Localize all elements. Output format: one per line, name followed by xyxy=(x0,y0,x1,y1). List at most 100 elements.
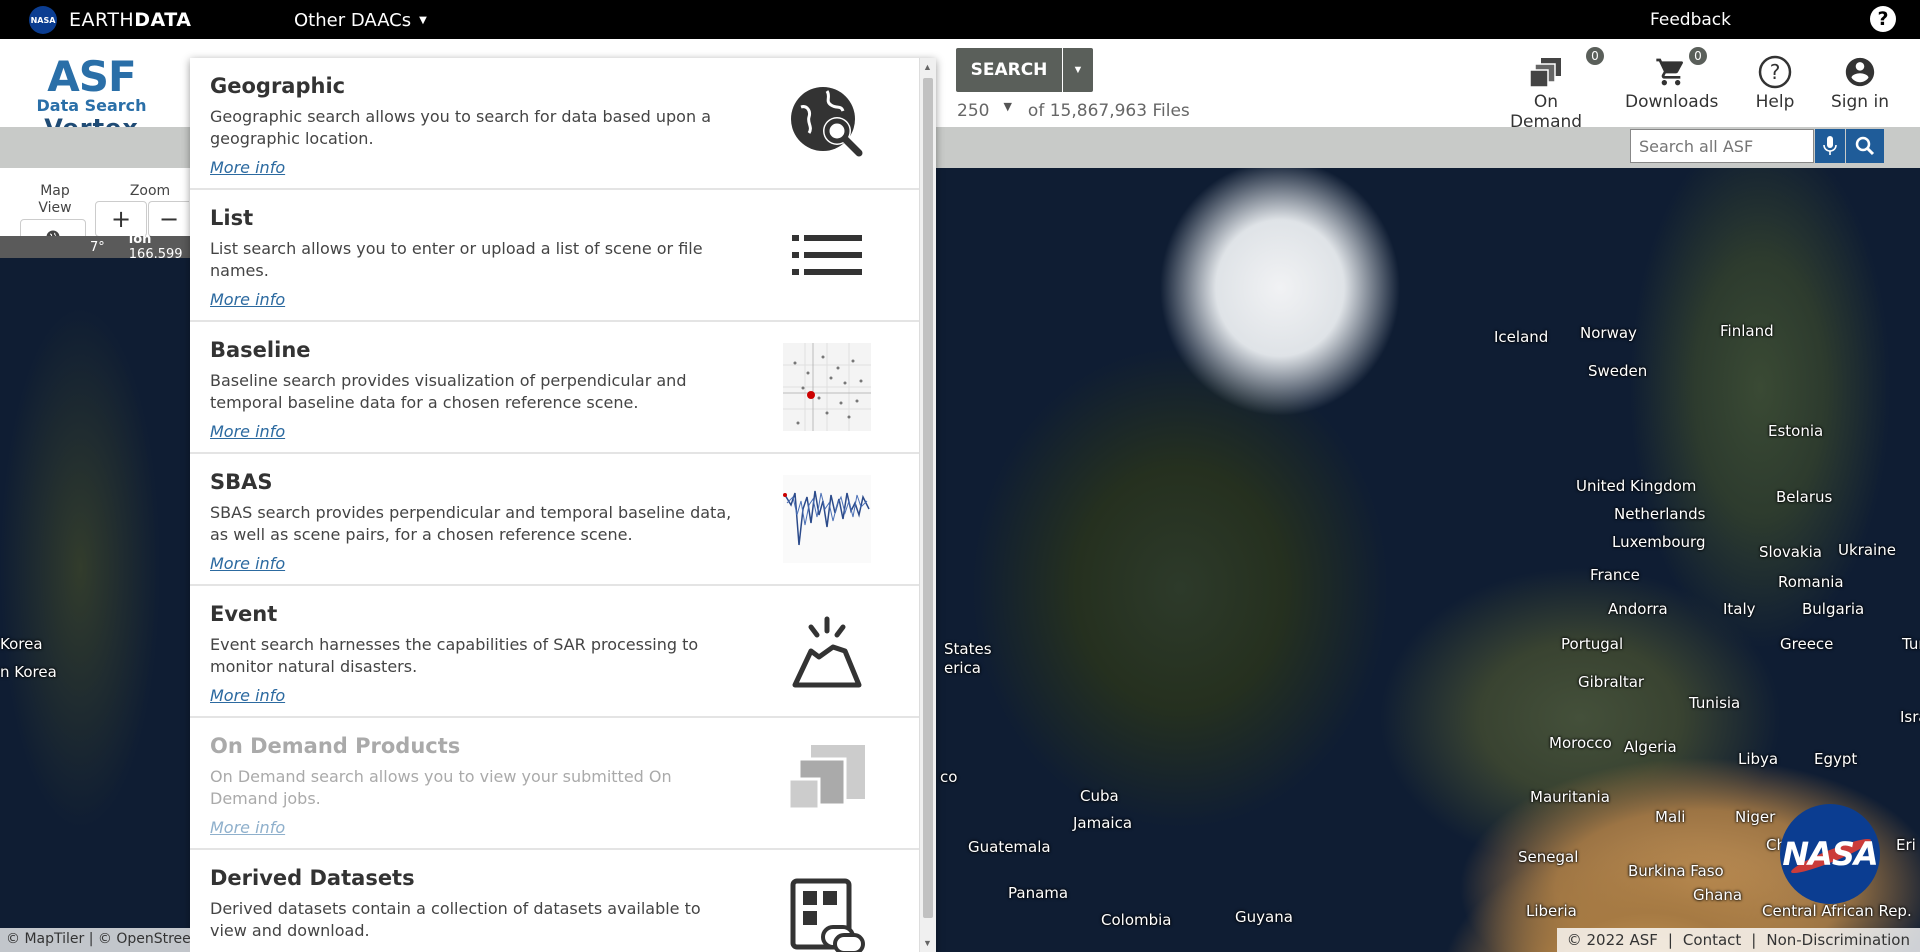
map-place-label: Estonia xyxy=(1768,422,1824,440)
more-info-link[interactable]: More info xyxy=(210,422,285,441)
downloads-button[interactable]: 0 Downloads xyxy=(1625,47,1719,112)
result-limit-select[interactable]: 250 ▼ xyxy=(957,100,1018,121)
map-place-label: Cuba xyxy=(1080,787,1119,805)
scroll-up-icon[interactable]: ▲ xyxy=(923,62,932,72)
more-info-link[interactable]: More info xyxy=(210,818,285,837)
map-place-label: Korea xyxy=(0,635,43,653)
map-place-label: erica xyxy=(944,659,982,677)
map-place-label: Niger xyxy=(1735,808,1776,826)
map-view-label: Map View xyxy=(30,183,80,217)
map-place-label: Italy xyxy=(1723,600,1756,618)
footer-divider: | xyxy=(1751,931,1757,949)
scrollbar-thumb[interactable] xyxy=(923,78,933,918)
search-type-dropdown: Geographic Geographic search allows you … xyxy=(190,58,936,952)
map-place-label: Liberia xyxy=(1526,902,1577,920)
map-place-label: co xyxy=(940,768,958,786)
copyright-text: © 2022 ASF xyxy=(1566,931,1658,949)
help-button[interactable]: ? Help xyxy=(1750,52,1800,112)
map-place-label: Finland xyxy=(1720,322,1774,340)
on-demand-label: On Demand xyxy=(1509,92,1583,132)
more-info-link[interactable]: More info xyxy=(210,686,285,705)
map-place-label: Guatemala xyxy=(968,838,1051,856)
search-type-description: SBAS search provides perpendicular and t… xyxy=(210,503,732,544)
more-info-link[interactable]: More info xyxy=(210,290,285,309)
map-place-label: Eri xyxy=(1896,836,1916,854)
earthdata-brand[interactable]: EARTHDATA xyxy=(69,9,191,31)
search-type-on-demand[interactable]: On Demand Products On Demand search allo… xyxy=(190,718,920,850)
latitude-fragment: 7° xyxy=(90,239,105,255)
other-daacs-label: Other DAACs xyxy=(294,10,412,31)
volcano-icon xyxy=(782,606,872,696)
help-label: Help xyxy=(1755,92,1795,112)
map-place-label: States xyxy=(944,640,992,658)
sign-in-label: Sign in xyxy=(1831,92,1889,112)
on-demand-queue-icon xyxy=(1529,58,1561,88)
contact-link[interactable]: Contact xyxy=(1683,931,1741,949)
on-demand-button[interactable]: 0 On Demand xyxy=(1496,47,1604,132)
map-place-label: Burkina Faso xyxy=(1628,862,1724,880)
feedback-link[interactable]: Feedback xyxy=(1650,10,1731,30)
map-place-label: Romania xyxy=(1778,573,1844,591)
map-place-label: Libya xyxy=(1738,750,1779,768)
other-daacs-menu[interactable]: Other DAACs ▼ xyxy=(294,10,427,31)
nasa-logo-text: NASA xyxy=(1782,835,1878,873)
map-place-label: Slovakia xyxy=(1759,543,1822,561)
search-options-dropdown[interactable]: ▼ xyxy=(1063,48,1093,92)
map-place-label: Mali xyxy=(1655,808,1686,826)
help-circle-icon[interactable]: ? xyxy=(1870,6,1896,32)
map-view-label-line1: Map xyxy=(40,183,70,199)
result-limit-value: 250 xyxy=(957,101,990,121)
map-place-label: Central African Rep. xyxy=(1762,902,1912,920)
search-type-derived-datasets[interactable]: Derived Datasets Derived datasets contai… xyxy=(190,850,920,952)
earthdata-bar: NASA EARTHDATA Other DAACs ▼ Feedback ? xyxy=(0,0,1920,39)
caret-down-icon: ▼ xyxy=(1003,100,1012,113)
logo-asf-text: ASF xyxy=(47,52,136,101)
search-all-button[interactable] xyxy=(1846,129,1884,163)
scroll-down-icon[interactable]: ▼ xyxy=(923,938,932,948)
search-type-description: Event search harnesses the capabilities … xyxy=(210,635,699,676)
list-icon xyxy=(782,210,872,300)
map-place-label: Norway xyxy=(1580,324,1637,342)
map-view-label-line2: View xyxy=(38,200,72,216)
map-place-label: Jamaica xyxy=(1073,814,1133,832)
map-place-label: Netherlands xyxy=(1614,505,1706,523)
search-type-geographic[interactable]: Geographic Geographic search allows you … xyxy=(190,58,920,190)
search-type-description: Derived datasets contain a collection of… xyxy=(210,899,701,940)
longitude-readout: lon 166.599 xyxy=(129,232,190,262)
site-footer-links: © 2022 ASF | Contact | Non-Discriminatio… xyxy=(1556,928,1920,952)
map-place-label: Tunisia xyxy=(1689,694,1741,712)
lon-label: lon xyxy=(128,232,152,247)
search-type-baseline[interactable]: Baseline Baseline search provides visual… xyxy=(190,322,920,454)
voice-search-button[interactable] xyxy=(1815,129,1845,163)
non-discrimination-link[interactable]: Non-Discrimination xyxy=(1766,931,1910,949)
map-place-label: Algeria xyxy=(1624,738,1677,756)
more-info-link[interactable]: More info xyxy=(210,158,285,177)
sign-in-button[interactable]: Sign in xyxy=(1830,52,1890,112)
search-button[interactable]: SEARCH xyxy=(956,48,1062,92)
map-place-label: Luxembourg xyxy=(1612,533,1706,551)
nasa-logo[interactable]: NASA xyxy=(29,6,57,34)
map-place-label: n Korea xyxy=(0,663,57,681)
map-place-label: Colombia xyxy=(1101,911,1172,929)
result-count: 250 ▼ of 15,867,963 Files xyxy=(957,100,1190,121)
map-place-label: United Kingdom xyxy=(1576,477,1697,495)
map-place-label: Guyana xyxy=(1235,908,1293,926)
more-info-link[interactable]: More info xyxy=(210,554,285,573)
downloads-label: Downloads xyxy=(1625,92,1719,112)
dropdown-scrollbar[interactable]: ▲ ▼ xyxy=(919,58,936,952)
map-place-label: Portugal xyxy=(1561,635,1624,653)
search-type-list[interactable]: List List search allows you to enter or … xyxy=(190,190,920,322)
earthdata-brand-bold: DATA xyxy=(134,9,192,31)
map-attribution[interactable]: © MapTiler | © OpenStreetMap xyxy=(0,928,190,952)
search-type-event[interactable]: Event Event search harnesses the capabil… xyxy=(190,586,920,718)
map-place-label: Israe xyxy=(1900,708,1920,726)
map-place-label: Egypt xyxy=(1814,750,1858,768)
map-place-label: Senegal xyxy=(1518,848,1579,866)
nasa-meatball-logo[interactable]: NASA xyxy=(1780,804,1880,904)
search-type-sbas[interactable]: SBAS SBAS search provides perpendicular … xyxy=(190,454,920,586)
earthdata-brand-light: EARTH xyxy=(69,9,135,31)
globe-search-icon xyxy=(782,78,872,168)
result-total: of 15,867,963 Files xyxy=(1027,101,1190,121)
search-all-asf-input[interactable] xyxy=(1630,129,1814,163)
map-place-label: Greece xyxy=(1780,635,1834,653)
